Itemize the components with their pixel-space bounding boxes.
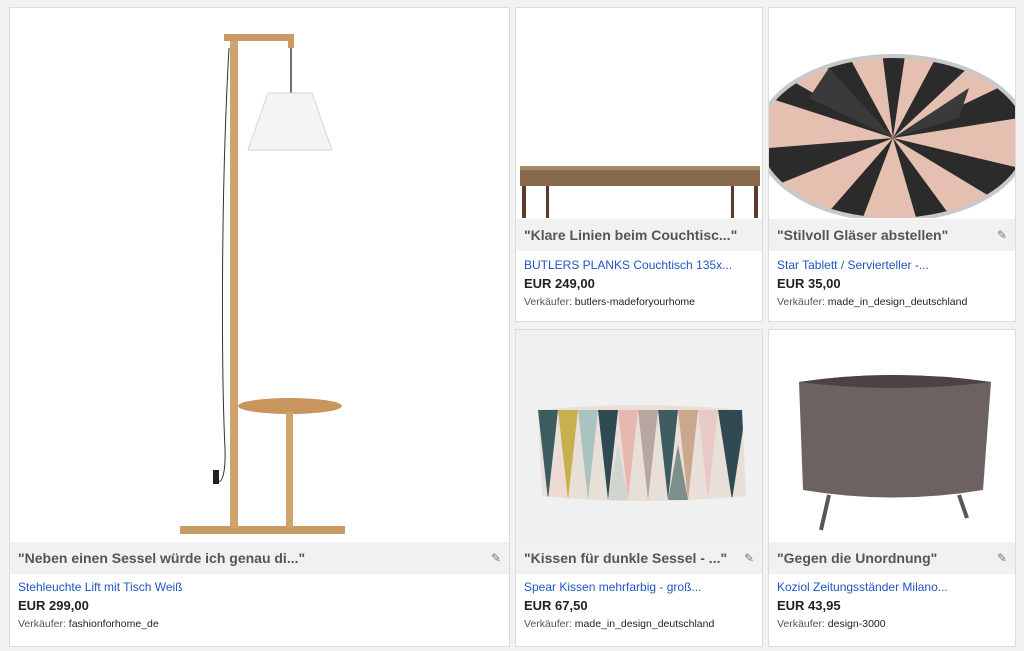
seller-line: Verkäufer: butlers-madeforyourhome — [524, 296, 754, 308]
product-price: EUR 299,00 — [18, 598, 89, 613]
product-card-star-tray[interactable]: "Stilvoll Gläser abstellen" ✎ Star Table… — [768, 7, 1016, 322]
product-price: EUR 67,50 — [524, 598, 588, 613]
product-image-floor-lamp[interactable] — [10, 8, 509, 540]
quote-text: "Gegen die Unordnung" — [777, 550, 938, 566]
quote-banner[interactable]: "Stilvoll Gläser abstellen" ✎ — [769, 219, 1015, 251]
product-card-coffee-table[interactable]: "Klare Linien beim Couchtisc..." BUTLERS… — [515, 7, 763, 322]
product-price: EUR 35,00 — [777, 276, 841, 291]
product-title-link[interactable]: Spear Kissen mehrfarbig - groß... — [524, 580, 754, 594]
quote-banner[interactable]: "Neben einen Sessel würde ich genau di..… — [10, 542, 509, 574]
quote-banner[interactable]: "Klare Linien beim Couchtisc..." — [516, 219, 762, 251]
seller-label: Verkäufer: — [524, 296, 572, 308]
quote-text: "Kissen für dunkle Sessel - ..." — [524, 550, 728, 566]
product-card-magazine-rack[interactable]: "Gegen die Unordnung" ✎ Koziol Zeitungss… — [768, 329, 1016, 647]
quote-banner[interactable]: "Gegen die Unordnung" ✎ — [769, 542, 1015, 574]
product-title-link[interactable]: Stehleuchte Lift mit Tisch Weiß — [18, 580, 501, 594]
seller-name: design-3000 — [827, 618, 886, 630]
quote-text: "Neben einen Sessel würde ich genau di..… — [18, 550, 306, 566]
quote-text: "Stilvoll Gläser abstellen" — [777, 227, 949, 243]
seller-name: butlers-madeforyourhome — [574, 296, 696, 308]
product-image-cushion[interactable] — [516, 330, 762, 542]
product-info: Spear Kissen mehrfarbig - groß... EUR 67… — [516, 580, 762, 630]
seller-label: Verkäufer: — [18, 618, 66, 630]
product-price: EUR 43,95 — [777, 598, 841, 613]
product-card-cushion[interactable]: "Kissen für dunkle Sessel - ..." ✎ Spear… — [515, 329, 763, 647]
product-title-link[interactable]: Star Tablett / Servierteller -... — [777, 258, 1007, 272]
pencil-icon[interactable]: ✎ — [744, 542, 754, 574]
seller-line: Verkäufer: fashionforhome_de — [18, 618, 501, 630]
product-price: EUR 249,00 — [524, 276, 595, 291]
seller-name: fashionforhome_de — [68, 618, 159, 630]
product-card-floor-lamp[interactable]: "Neben einen Sessel würde ich genau di..… — [9, 7, 510, 647]
seller-line: Verkäufer: design-3000 — [777, 618, 1007, 630]
product-image-magazine-rack[interactable] — [769, 330, 1015, 542]
product-info: Koziol Zeitungsständer Milano... EUR 43,… — [769, 580, 1015, 630]
quote-text: "Klare Linien beim Couchtisc..." — [524, 227, 738, 243]
pencil-icon[interactable]: ✎ — [997, 219, 1007, 251]
product-info: Star Tablett / Servierteller -... EUR 35… — [769, 258, 1015, 308]
seller-line: Verkäufer: made_in_design_deutschland — [777, 296, 1007, 308]
product-image-star-tray[interactable] — [769, 8, 1015, 218]
seller-label: Verkäufer: — [777, 618, 825, 630]
seller-label: Verkäufer: — [777, 296, 825, 308]
product-image-coffee-table[interactable] — [516, 8, 762, 218]
quote-banner[interactable]: "Kissen für dunkle Sessel - ..." ✎ — [516, 542, 762, 574]
pencil-icon[interactable]: ✎ — [491, 542, 501, 574]
pencil-icon[interactable]: ✎ — [997, 542, 1007, 574]
seller-label: Verkäufer: — [524, 618, 572, 630]
product-info: BUTLERS PLANKS Couchtisch 135x... EUR 24… — [516, 258, 762, 308]
product-title-link[interactable]: BUTLERS PLANKS Couchtisch 135x... — [524, 258, 754, 272]
seller-line: Verkäufer: made_in_design_deutschland — [524, 618, 754, 630]
product-info: Stehleuchte Lift mit Tisch Weiß EUR 299,… — [10, 580, 509, 630]
seller-name: made_in_design_deutschland — [827, 296, 968, 308]
seller-name: made_in_design_deutschland — [574, 618, 715, 630]
product-title-link[interactable]: Koziol Zeitungsständer Milano... — [777, 580, 1007, 594]
